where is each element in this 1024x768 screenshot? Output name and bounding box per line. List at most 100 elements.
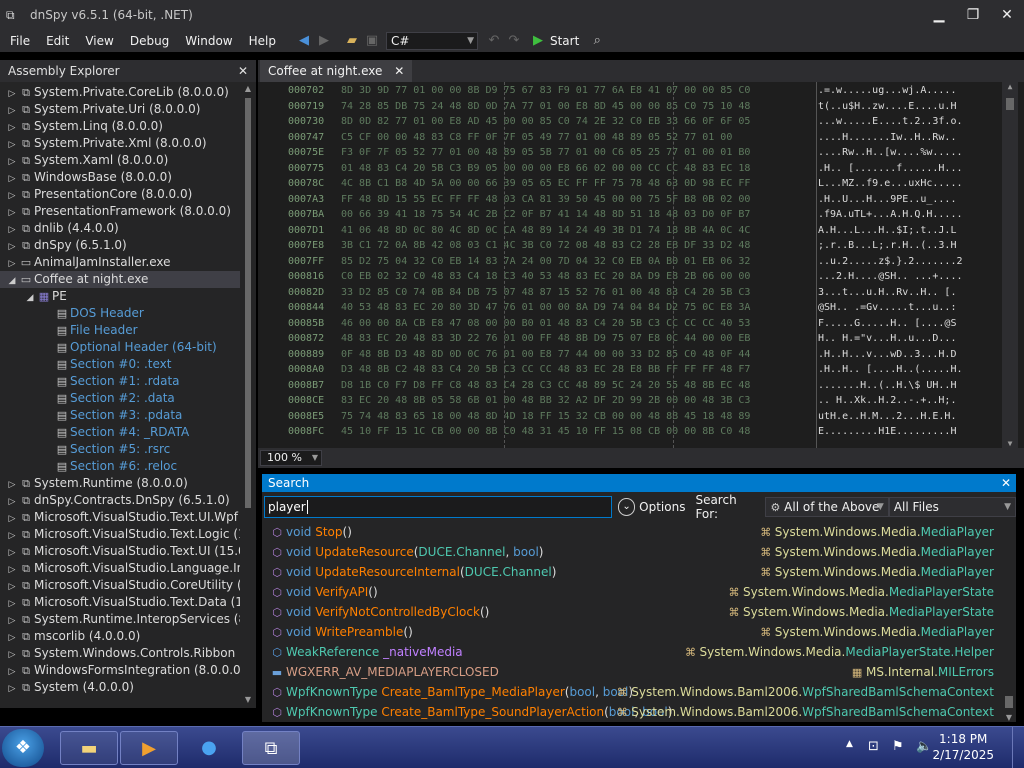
tree-item[interactable]: ◢ ▦ PE: [0, 288, 240, 305]
tree-item[interactable]: ▷ ⧉ System.Windows.Controls.Ribbon (8: [0, 645, 240, 662]
menu-file[interactable]: File: [0, 34, 38, 48]
zoom-select[interactable]: 100 % ▼: [260, 450, 322, 466]
tree-item[interactable]: ▤ Section #5: .rsrc: [0, 441, 240, 458]
close-icon[interactable]: ✕: [394, 64, 404, 78]
close-button[interactable]: ✕: [990, 4, 1024, 26]
hex-scrollbar[interactable]: ▲ ▼: [1002, 82, 1018, 448]
forward-icon[interactable]: ▶: [314, 31, 334, 51]
menu-view[interactable]: View: [77, 34, 121, 48]
tree-item[interactable]: ▷ ⧉ System.Private.CoreLib (8.0.0.0): [0, 84, 240, 101]
tree-item[interactable]: ▷ ⧉ dnSpy (6.5.1.0): [0, 237, 240, 254]
search-result-row[interactable]: ⬡ WpfKnownType Create_BamlType_MediaPlaye…: [262, 682, 1000, 702]
search-input[interactable]: player: [264, 496, 612, 518]
tree-item[interactable]: ▷ ⧉ System.Private.Xml (8.0.0.0): [0, 135, 240, 152]
taskbar-media-player[interactable]: ▶: [120, 731, 178, 765]
show-desktop-button[interactable]: [1012, 727, 1024, 768]
tree-item[interactable]: ▤ Section #4: _RDATA: [0, 424, 240, 441]
tree-item[interactable]: ▷ ⧉ PresentationCore (8.0.0.0): [0, 186, 240, 203]
scroll-thumb[interactable]: [245, 98, 251, 508]
menu-window[interactable]: Window: [177, 34, 240, 48]
start-button[interactable]: Start: [548, 34, 587, 48]
close-icon[interactable]: ✕: [238, 64, 248, 78]
language-select[interactable]: C# ▼: [385, 32, 478, 50]
volume-icon[interactable]: 🔈: [916, 739, 932, 754]
scope-select[interactable]: All Files ▼: [888, 497, 1016, 517]
search-result-row[interactable]: ⬡ void VerifyNotControlledByClock() ⌘ Syste…: [262, 602, 1000, 622]
scroll-thumb[interactable]: [1005, 696, 1013, 708]
scroll-up-icon[interactable]: ▲: [1002, 82, 1018, 91]
search-result-row[interactable]: ⬡ void Stop() ⌘ System.Windows.Media.MediaP…: [262, 522, 1000, 542]
search-for-select[interactable]: ⚙ All of the Above ▼: [765, 497, 889, 517]
scroll-down-icon[interactable]: ▼: [1002, 439, 1018, 448]
clock[interactable]: 1:18 PM 2/17/2025: [932, 731, 994, 763]
tree-item[interactable]: ▷ ⧉ Microsoft.VisualStudio.Text.Logic (15: [0, 526, 240, 543]
tree-item[interactable]: ▤ Section #0: .text: [0, 356, 240, 373]
search-result-row[interactable]: ⬡ void VerifyAPI() ⌘ System.Windows.Media.M…: [262, 582, 1000, 602]
minimize-button[interactable]: ▁: [922, 4, 956, 26]
open-folder-icon[interactable]: ▰: [342, 31, 362, 51]
tree-item[interactable]: ▷ ⧉ WindowsBase (8.0.0.0): [0, 169, 240, 186]
search-icon[interactable]: ⌕: [587, 31, 607, 51]
menu-edit[interactable]: Edit: [38, 34, 77, 48]
scroll-down-icon[interactable]: ▼: [1002, 713, 1016, 722]
tree-item[interactable]: ▷ ⧉ dnlib (4.4.0.0): [0, 220, 240, 237]
tree-item[interactable]: ▷ ⧉ Microsoft.VisualStudio.Text.UI.Wpf (1: [0, 509, 240, 526]
tree-item[interactable]: ▷ ⧉ System.Xaml (8.0.0.0): [0, 152, 240, 169]
tree-item[interactable]: ▷ ⧉ Microsoft.VisualStudio.Text.UI (15.0.0: [0, 543, 240, 560]
results-scrollbar[interactable]: ▼: [1002, 522, 1016, 722]
collapsed-icon[interactable]: ▷: [6, 681, 18, 698]
taskbar-explorer[interactable]: ▬: [60, 731, 118, 765]
search-result-row[interactable]: ▬ WGXERR_AV_MEDIAPLAYERCLOSED ▦ MS.Internal…: [262, 662, 1000, 682]
start-menu-button[interactable]: ❖: [2, 729, 44, 767]
hex-editor[interactable]: 000702 8D 3D 9D 77 01 00 00 8B D9 75 67 8…: [258, 82, 1024, 448]
back-icon[interactable]: ◀: [294, 31, 314, 51]
options-label[interactable]: Options: [639, 500, 685, 514]
tree-item[interactable]: ▷ ⧉ Microsoft.VisualStudio.Language.Int: [0, 560, 240, 577]
search-result-row[interactable]: ⬡ void WritePreamble() ⌘ System.Windows.Med…: [262, 622, 1000, 642]
menu-help[interactable]: Help: [241, 34, 284, 48]
assembly-scrollbar[interactable]: ▲ ▼: [242, 84, 254, 704]
tree-item[interactable]: ▤ Section #1: .rdata: [0, 373, 240, 390]
undo-icon[interactable]: ↶: [484, 31, 504, 51]
taskbar-dnspy[interactable]: ⧉: [242, 731, 300, 765]
scroll-thumb[interactable]: [1006, 98, 1014, 110]
tray-expand-icon[interactable]: ▲: [846, 739, 853, 749]
tree-item-label: Section #5: .rsrc: [70, 442, 171, 456]
search-result-row[interactable]: ⬡ WpfKnownType Create_BamlType_SoundPlaye…: [262, 702, 1000, 722]
tree-item[interactable]: ▷ ⧉ WindowsFormsIntegration (8.0.0.0): [0, 662, 240, 679]
flag-icon[interactable]: ⚑: [892, 739, 904, 754]
tree-item[interactable]: ▷ ⧉ System.Linq (8.0.0.0): [0, 118, 240, 135]
search-result-row[interactable]: ⬡ void UpdateResource(DUCE.Channel, bool)…: [262, 542, 1000, 562]
tree-item[interactable]: ▤ File Header: [0, 322, 240, 339]
tree-item[interactable]: ◢ ▭ Coffee at night.exe: [0, 271, 240, 288]
tree-item[interactable]: ▷ ⧉ System.Runtime.InteropServices (8.0: [0, 611, 240, 628]
search-result-row[interactable]: ⬡ void UpdateResourceInternal(DUCE.Channe…: [262, 562, 1000, 582]
save-icon[interactable]: ▣: [362, 31, 382, 51]
redo-icon[interactable]: ↷: [504, 31, 524, 51]
tree-item[interactable]: ▷ ⧉ System.Private.Uri (8.0.0.0): [0, 101, 240, 118]
tree-item[interactable]: ▷ ⧉ dnSpy.Contracts.DnSpy (6.5.1.0): [0, 492, 240, 509]
tree-item[interactable]: ▤ Section #6: .reloc: [0, 458, 240, 475]
maximize-button[interactable]: ❐: [956, 4, 990, 26]
options-toggle-icon[interactable]: ⌄: [618, 498, 636, 516]
tree-item[interactable]: ▷ ⧉ System.Runtime (8.0.0.0): [0, 475, 240, 492]
menu-debug[interactable]: Debug: [122, 34, 177, 48]
tree-item[interactable]: ▤ Optional Header (64-bit): [0, 339, 240, 356]
tree-item[interactable]: ▤ Section #3: .pdata: [0, 407, 240, 424]
tree-item[interactable]: ▤ DOS Header: [0, 305, 240, 322]
start-icon[interactable]: ▶: [528, 31, 548, 51]
tree-item[interactable]: ▷ ⧉ System (4.0.0.0): [0, 679, 240, 696]
scroll-up-icon[interactable]: ▲: [242, 84, 254, 93]
scroll-down-icon[interactable]: ▼: [242, 695, 254, 704]
tree-item[interactable]: ▤ Section #2: .data: [0, 390, 240, 407]
tab-coffee-at-night[interactable]: Coffee at night.exe ✕: [260, 60, 413, 82]
search-result-row[interactable]: ⬡ WeakReference _nativeMedia ⌘ System.Windo…: [262, 642, 1000, 662]
tree-item[interactable]: ▷ ⧉ mscorlib (4.0.0.0): [0, 628, 240, 645]
network-icon[interactable]: ⊡: [868, 739, 879, 754]
close-icon[interactable]: ✕: [998, 474, 1014, 492]
tree-item[interactable]: ▷ ⧉ Microsoft.VisualStudio.Text.Data (15.: [0, 594, 240, 611]
taskbar-firefox[interactable]: ●: [180, 731, 238, 765]
tree-item[interactable]: ▷ ⧉ PresentationFramework (8.0.0.0): [0, 203, 240, 220]
tree-item[interactable]: ▷ ⧉ Microsoft.VisualStudio.CoreUtility (1: [0, 577, 240, 594]
tree-item[interactable]: ▷ ▭ AnimalJamInstaller.exe: [0, 254, 240, 271]
